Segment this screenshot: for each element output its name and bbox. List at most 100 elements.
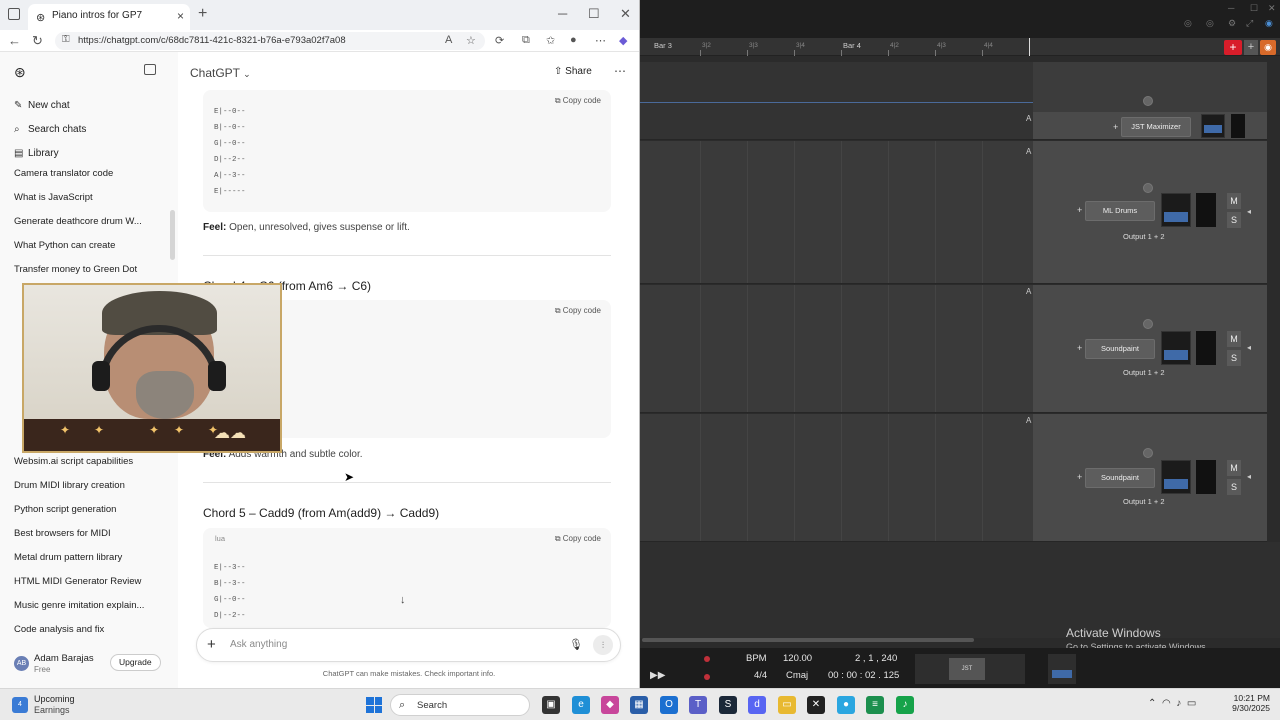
pan-knob[interactable] — [1143, 448, 1153, 458]
output-label[interactable]: Output 1 + 2 — [1123, 232, 1165, 241]
chat-item[interactable]: Websim.ai script capabilities — [14, 456, 164, 467]
sidebar-toggle-icon[interactable] — [144, 64, 156, 75]
horizontal-scrollbar[interactable] — [642, 638, 974, 642]
copilot-icon[interactable]: ◆ — [619, 34, 627, 47]
close-window-icon[interactable]: ✕ — [620, 6, 631, 22]
close-tab-icon[interactable]: × — [177, 9, 184, 23]
volume-fader[interactable] — [1196, 460, 1216, 494]
add-plugin-icon[interactable]: + — [1077, 343, 1082, 353]
chat-item[interactable]: HTML MIDI Generator Review — [14, 576, 164, 587]
composer-placeholder[interactable]: Ask anything — [230, 639, 287, 650]
chat-item[interactable]: Best browsers for MIDI — [14, 528, 164, 539]
pan-knob[interactable] — [1143, 183, 1153, 193]
browser-tab[interactable]: ⊛ Piano intros for GP7 × — [28, 4, 190, 30]
chatgpt-logo-icon[interactable]: ⊛ — [14, 64, 26, 81]
automation-icon[interactable]: A — [1026, 287, 1031, 296]
speaker-icon[interactable]: ◂ — [1247, 207, 1251, 216]
chat-item[interactable]: Metal drum pattern library — [14, 552, 164, 563]
output-label[interactable]: Output 1 + 2 — [1123, 497, 1165, 506]
bpm-value[interactable]: 120.00 — [783, 653, 812, 664]
chat-item[interactable]: Code analysis and fix — [14, 624, 164, 635]
read-aloud-icon[interactable]: A — [445, 34, 452, 46]
volume-icon[interactable]: ♪ — [1176, 698, 1181, 709]
upgrade-button[interactable]: Upgrade — [110, 654, 161, 671]
attach-plus-icon[interactable]: + — [207, 636, 216, 653]
site-info-icon[interactable]: ⚿ — [62, 34, 70, 45]
battery-icon[interactable]: ▭ — [1187, 698, 1196, 709]
plugin-slot[interactable]: JST Maximizer — [1121, 117, 1191, 137]
close-window-icon[interactable]: ✕ — [1268, 3, 1276, 14]
mute-button[interactable]: M — [1227, 460, 1241, 476]
automation-icon[interactable]: A — [1026, 147, 1031, 156]
tab-actions-icon[interactable] — [8, 8, 20, 20]
teams-icon[interactable]: T — [689, 696, 707, 714]
system-clock[interactable]: 10:21 PM 9/30/2025 — [1204, 693, 1270, 713]
empty-track-area[interactable] — [640, 542, 1280, 638]
chat-item[interactable]: Generate deathcore drum W... — [14, 216, 164, 227]
outlook-icon[interactable]: O — [660, 696, 678, 714]
solo-button[interactable]: S — [1227, 479, 1241, 495]
maximize-icon[interactable]: ☐ — [1250, 3, 1258, 14]
playhead-marker[interactable] — [1029, 38, 1030, 56]
track-lane[interactable]: A — [640, 141, 1033, 284]
scroll-down-icon[interactable]: ↓ — [400, 594, 406, 606]
add-plugin-icon[interactable]: + — [1113, 122, 1118, 132]
browser-menu-icon[interactable]: ⋯ — [595, 34, 606, 47]
output-label[interactable]: Output 1 + 2 — [1123, 368, 1165, 377]
new-tab-icon[interactable]: + — [198, 5, 207, 23]
record-icon[interactable] — [704, 656, 710, 662]
speaker-icon[interactable]: ◂ — [1247, 472, 1251, 481]
pan-knob[interactable] — [1143, 319, 1153, 329]
chat-item[interactable]: Music genre imitation explain... — [14, 600, 164, 611]
mini-plugin-slot[interactable]: JST Maximizer — [949, 658, 985, 680]
start-button[interactable] — [366, 697, 382, 713]
pan-knob[interactable] — [1143, 96, 1153, 106]
chat-item[interactable]: Camera translator code — [14, 168, 164, 179]
chat-item[interactable]: What is JavaScript — [14, 192, 164, 203]
minimize-icon[interactable]: ─ — [558, 6, 567, 21]
maximize-icon[interactable]: ☐ — [588, 6, 600, 22]
edge-icon[interactable]: e — [572, 696, 590, 714]
back-icon[interactable]: ← — [8, 33, 21, 48]
share-button[interactable]: ⇧ Share — [554, 66, 592, 77]
daw-app-icon[interactable]: ♪ — [896, 696, 914, 714]
taskbar-search[interactable]: ⌕ Search — [390, 694, 530, 716]
track-lane[interactable]: A — [640, 414, 1033, 542]
more-options-icon[interactable]: ⋯ — [614, 64, 626, 78]
zoom-icon[interactable]: ◎ — [1184, 18, 1192, 29]
microphone-icon[interactable]: 🎙 — [569, 638, 583, 651]
notepad-icon[interactable]: ≡ — [866, 696, 884, 714]
message-composer[interactable]: + Ask anything 🎙 ⫶ — [196, 628, 621, 662]
add-track-button[interactable]: + — [1224, 40, 1242, 55]
add-plugin-icon[interactable]: + — [1077, 472, 1082, 482]
mute-button[interactable]: M — [1227, 331, 1241, 347]
add-plugin-icon[interactable]: + — [1077, 205, 1082, 215]
chat-item[interactable]: What Python can create — [14, 240, 164, 251]
xbox-icon[interactable]: ✕ — [807, 696, 825, 714]
view-icon[interactable]: ◉ — [1265, 18, 1273, 29]
automation-icon[interactable]: A — [1026, 416, 1031, 425]
calculator-icon[interactable]: ▦ — [630, 696, 648, 714]
volume-fader[interactable] — [1196, 193, 1216, 227]
key-signature[interactable]: Cmaj — [786, 670, 808, 681]
plugin-slot[interactable]: ML Drums — [1085, 201, 1155, 221]
record-icon[interactable] — [704, 674, 710, 680]
settings-icon[interactable]: ⚙ — [1228, 18, 1236, 29]
user-profile[interactable]: AB Adam Barajas Free Upgrade — [0, 648, 178, 688]
chat-item[interactable]: Transfer money to Green Dot — [14, 264, 164, 275]
profile-icon[interactable]: ● — [570, 34, 577, 46]
wifi-icon[interactable]: ◠ — [1162, 698, 1171, 709]
solo-button[interactable]: S — [1227, 350, 1241, 366]
chevron-up-icon[interactable]: ⌃ — [1148, 698, 1156, 709]
minimize-icon[interactable]: ─ — [1228, 3, 1234, 13]
automation-icon[interactable]: A — [1026, 114, 1031, 123]
speaker-icon[interactable]: ◂ — [1247, 343, 1251, 352]
chat-item[interactable]: Python script generation — [14, 504, 164, 515]
system-tray[interactable]: ⌃ ◠ ♪ ▭ — [1148, 698, 1196, 709]
position-readout[interactable]: 2 , 1 , 240 — [855, 653, 897, 664]
solo-button[interactable]: S — [1227, 212, 1241, 228]
search-chats-button[interactable]: ⌕ Search chats — [14, 124, 86, 135]
discord-icon[interactable]: d — [748, 696, 766, 714]
chat-item[interactable]: Drum MIDI library creation — [14, 480, 164, 491]
plugin-slot[interactable]: Soundpaint — [1085, 339, 1155, 359]
